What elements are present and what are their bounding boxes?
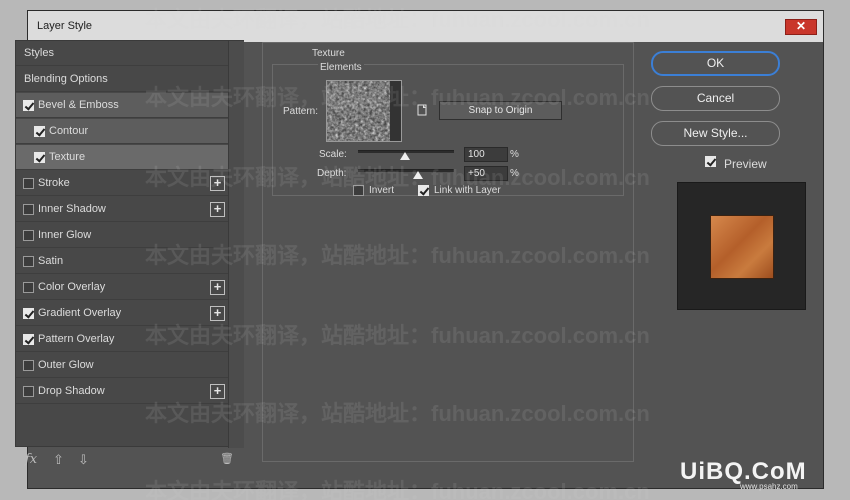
move-down-icon[interactable]: ⇩ [78,452,89,468]
styles-header-label: Styles [24,47,54,59]
style-item-label: Inner Shadow [38,203,106,215]
style-item-checkbox[interactable] [23,230,34,241]
styles-list-panel: Styles Blending Options Bevel & Emboss Co… [15,40,244,448]
style-item-checkbox[interactable] [23,178,34,189]
style-item-checkbox[interactable] [23,100,34,111]
link-with-layer-checkbox[interactable] [418,185,429,196]
style-item-label: Pattern Overlay [38,333,115,345]
preview-checkbox[interactable] [705,156,716,167]
depth-input[interactable]: +50 [464,166,508,181]
close-icon: ✕ [795,19,807,33]
styles-header[interactable]: Styles [16,41,228,66]
move-up-icon[interactable]: ⇧ [53,452,64,468]
styles-scrollbar[interactable] [228,41,244,448]
add-instance-icon[interactable]: + [210,280,225,295]
trash-icon[interactable]: 🗑 [220,452,234,465]
style-item-checkbox[interactable] [23,386,34,397]
close-button[interactable]: ✕ [785,19,817,35]
style-item-checkbox[interactable] [23,360,34,371]
cancel-button[interactable]: Cancel [651,86,780,111]
depth-slider-track[interactable] [358,169,454,172]
invert-label: Invert [369,185,395,196]
style-item-inner-shadow[interactable]: Inner Shadow + [16,197,228,222]
style-item-pattern-overlay[interactable]: Pattern Overlay [16,327,228,352]
style-item-color-overlay[interactable]: Color Overlay + [16,275,228,300]
style-item-label: Texture [49,151,86,163]
style-item-label: Contour [49,125,89,137]
style-item-checkbox[interactable] [23,334,34,345]
new-preset-icon[interactable] [416,104,428,116]
depth-slider-thumb[interactable] [412,171,423,179]
texture-group-title: Texture [310,48,347,59]
blending-options-label: Blending Options [24,73,108,85]
style-item-checkbox[interactable] [23,282,34,293]
style-item-label: Outer Glow [38,359,94,371]
scale-slider-thumb[interactable] [400,152,411,160]
invert-checkbox[interactable] [353,185,364,196]
style-item-checkbox[interactable] [23,204,34,215]
link-with-layer-label: Link with Layer [434,185,501,196]
scale-unit: % [510,149,519,160]
site-logo-sub: www.psahz.com [740,482,798,491]
new-style-button[interactable]: New Style... [651,121,780,146]
pattern-label: Pattern: [283,106,319,117]
style-item-bevel-emboss[interactable]: Bevel & Emboss [16,93,228,118]
add-instance-icon[interactable]: + [210,306,225,321]
add-instance-icon[interactable]: + [210,384,225,399]
style-item-texture[interactable]: Texture [16,145,228,170]
style-item-outer-glow[interactable]: Outer Glow [16,353,228,378]
style-item-drop-shadow[interactable]: Drop Shadow + [16,379,228,404]
style-item-label: Drop Shadow [38,385,105,397]
window-title: Layer Style [37,20,93,32]
add-instance-icon[interactable]: + [210,202,225,217]
style-item-label: Satin [38,255,64,267]
ok-button[interactable]: OK [651,51,780,76]
style-item-stroke[interactable]: Stroke + [16,171,228,196]
preview-box [677,182,806,310]
depth-unit: % [510,168,519,179]
style-item-satin[interactable]: Satin [16,249,228,274]
depth-label: Depth: [317,168,347,179]
style-item-label: Inner Glow [38,229,92,241]
snap-to-origin-button[interactable]: Snap to Origin [439,101,562,120]
elements-group-title: Elements [318,62,364,73]
pattern-picker[interactable]: ⌄ [326,80,402,142]
style-item-label: Color Overlay [38,281,106,293]
add-instance-icon[interactable]: + [210,176,225,191]
styles-footer: fx ⇧ ⇩ 🗑 [15,450,244,472]
blending-options[interactable]: Blending Options [16,67,228,92]
style-item-label: Stroke [38,177,70,189]
style-item-contour[interactable]: Contour [16,119,228,144]
style-item-gradient-overlay[interactable]: Gradient Overlay + [16,301,228,326]
style-item-inner-glow[interactable]: Inner Glow [16,223,228,248]
style-item-checkbox[interactable] [34,152,45,163]
scale-input[interactable]: 100 [464,147,508,162]
style-item-checkbox[interactable] [23,308,34,319]
style-item-label: Bevel & Emboss [38,99,119,111]
preview-swatch [710,215,774,279]
style-item-checkbox[interactable] [34,126,45,137]
scale-label: Scale: [319,149,347,160]
style-item-label: Gradient Overlay [38,307,122,319]
preview-label: Preview [724,157,767,171]
fx-icon[interactable]: fx [25,452,37,467]
pattern-swatch [327,81,390,141]
style-item-checkbox[interactable] [23,256,34,267]
title-bar[interactable]: Layer Style ✕ [28,11,823,42]
